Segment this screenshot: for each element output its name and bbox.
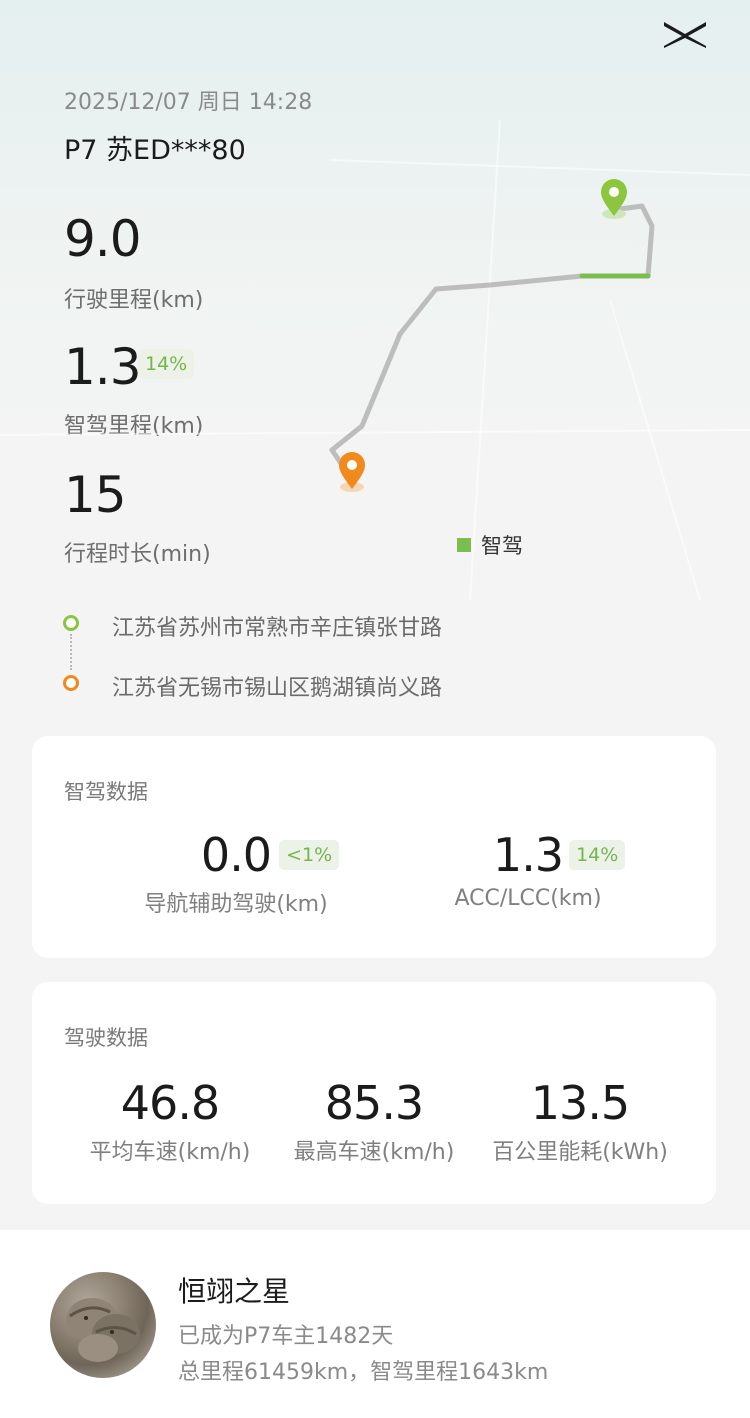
smart-driving-card: 智驾数据 0.0 <1% 导航辅助驾驶(km) 1.3 14% ACC/LCC(…	[32, 736, 716, 958]
nav-assist-metric: 0.0 <1% 导航辅助驾驶(km)	[116, 828, 356, 918]
avatar[interactable]	[50, 1272, 156, 1378]
acc-lcc-value: 1.3	[492, 828, 564, 882]
map-legend: 智驾	[457, 530, 523, 560]
owner-tenure: 已成为P7车主1482天	[178, 1324, 394, 1349]
map-legend-label: 智驾	[481, 534, 523, 558]
driving-data-card: 驾驶数据 46.8 平均车速(km/h) 85.3 最高车速(km/h) 13.…	[32, 982, 716, 1204]
owner-totals: 总里程61459km，智驾里程1643km	[178, 1360, 549, 1385]
nav-assist-label: 导航辅助驾驶(km)	[144, 892, 328, 917]
consumption-metric: 13.5 百公里能耗(kWh)	[480, 1076, 680, 1166]
nav-assist-pct-badge: <1%	[279, 840, 340, 870]
avg-speed-label: 平均车速(km/h)	[89, 1140, 251, 1165]
owner-section: 恒翊之星 已成为P7车主1482天 总里程61459km，智驾里程1643km	[0, 1230, 750, 1418]
smart-card-title: 智驾数据	[64, 780, 148, 804]
drive-card-title: 驾驶数据	[64, 1026, 148, 1050]
max-speed-metric: 85.3 最高车速(km/h)	[284, 1076, 464, 1166]
owner-name: 恒翊之星	[178, 1275, 291, 1308]
avg-speed-metric: 46.8 平均车速(km/h)	[80, 1076, 260, 1166]
max-speed-value: 85.3	[324, 1076, 424, 1130]
acc-lcc-metric: 1.3 14% ACC/LCC(km)	[428, 828, 628, 911]
max-speed-label: 最高车速(km/h)	[293, 1140, 455, 1165]
route-connector	[70, 634, 72, 670]
end-pin-icon	[339, 452, 365, 489]
consumption-label: 百公里能耗(kWh)	[492, 1140, 668, 1165]
trip-summary-header: 2025/12/07 周日 14:28 P7 苏ED***80 9.0 行驶里程…	[0, 0, 750, 720]
consumption-value: 13.5	[530, 1076, 630, 1130]
end-address: 江苏省无锡市锡山区鹅湖镇尚义路	[112, 676, 443, 701]
start-address: 江苏省苏州市常熟市辛庄镇张甘路	[112, 616, 443, 641]
end-point-icon	[63, 675, 79, 691]
start-point-icon	[63, 615, 79, 631]
acc-lcc-pct-badge: 14%	[569, 840, 626, 870]
avg-speed-value: 46.8	[120, 1076, 220, 1130]
smart-legend-swatch	[457, 538, 471, 552]
acc-lcc-label: ACC/LCC(km)	[454, 886, 602, 911]
nav-assist-value: 0.0	[200, 828, 272, 882]
route-map[interactable]	[0, 0, 750, 600]
